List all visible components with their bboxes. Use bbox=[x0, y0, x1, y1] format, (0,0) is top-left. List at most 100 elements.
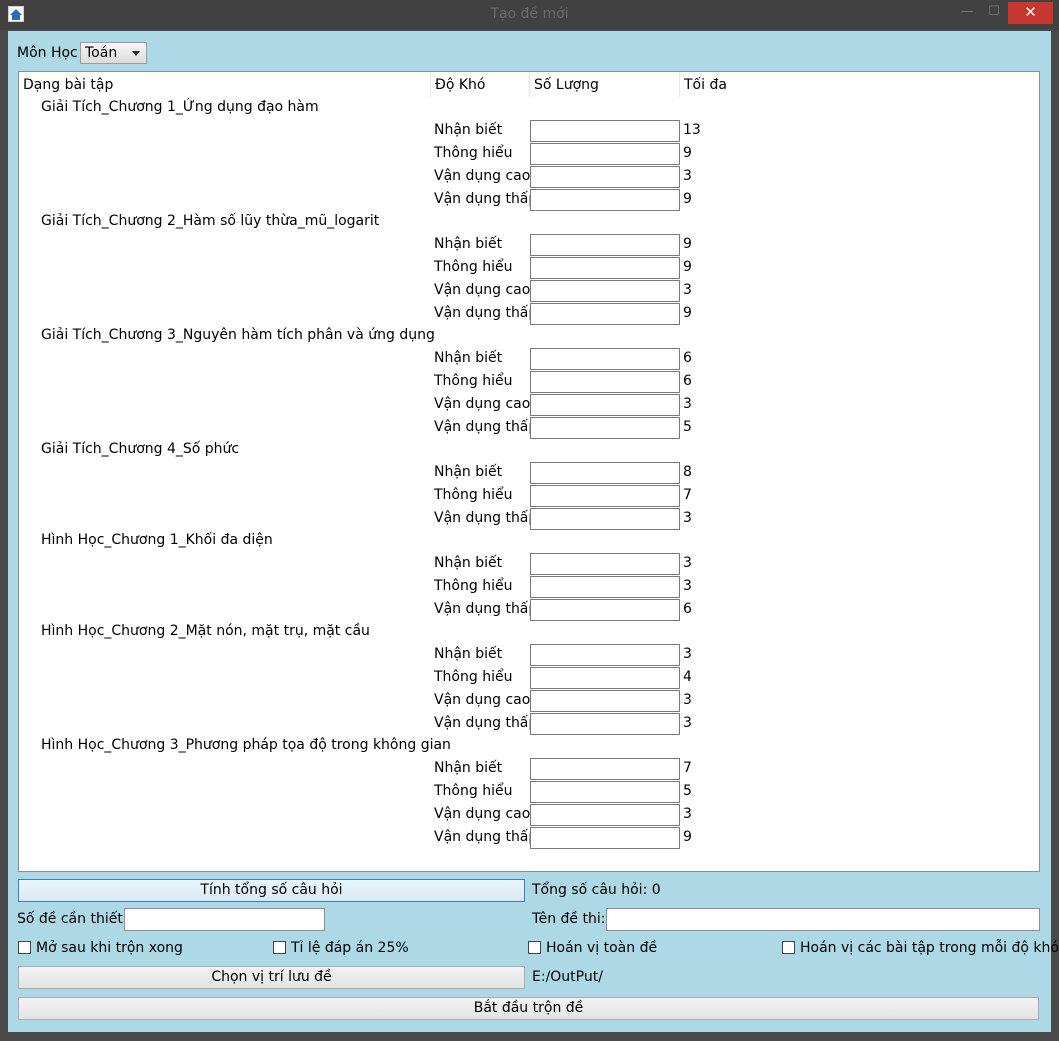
chapter-label: Hình Học_Chương 3_Phương pháp tọa độ tro… bbox=[41, 737, 451, 753]
max-value: 3 bbox=[683, 282, 692, 298]
chapter-label: Hình Học_Chương 2_Mặt nón, mặt trụ, mặt … bbox=[41, 623, 370, 639]
max-value: 4 bbox=[683, 669, 692, 685]
subject-dropdown[interactable]: Toán bbox=[80, 42, 147, 64]
quantity-input[interactable] bbox=[530, 120, 680, 142]
checkbox-box[interactable] bbox=[782, 941, 795, 954]
choose-save-location-button[interactable]: Chọn vị trí lưu đề bbox=[18, 966, 525, 989]
max-value: 3 bbox=[683, 806, 692, 822]
quantity-input[interactable] bbox=[530, 394, 680, 416]
max-value: 6 bbox=[683, 601, 692, 617]
column-divider bbox=[529, 72, 530, 97]
difficulty-label: Vận dụng thấp bbox=[434, 510, 538, 526]
close-button[interactable]: ✕ bbox=[1008, 2, 1053, 24]
quantity-input[interactable] bbox=[530, 485, 680, 507]
exercise-table[interactable]: Dạng bài tập Độ Khó Số Lượng Tối đa Giải… bbox=[18, 71, 1040, 872]
quantity-input[interactable] bbox=[530, 576, 680, 598]
max-value: 3 bbox=[683, 555, 692, 571]
quantity-input[interactable] bbox=[530, 644, 680, 666]
quantity-input[interactable] bbox=[530, 758, 680, 780]
quantity-input[interactable] bbox=[530, 781, 680, 803]
quantity-input[interactable] bbox=[530, 827, 680, 849]
difficulty-label: Vận dụng thấp bbox=[434, 191, 538, 207]
answer-ratio-checkbox[interactable]: Tỉ lệ đáp án 25% bbox=[273, 940, 409, 956]
max-value: 3 bbox=[683, 168, 692, 184]
column-header-type: Dạng bài tập bbox=[23, 77, 114, 93]
title-bar: Tạo đề mới — ☐ ✕ bbox=[0, 0, 1059, 30]
chapter-label: Giải Tích_Chương 1_Ứng dụng đạo hàm bbox=[41, 99, 319, 115]
total-questions-text: Tổng số câu hỏi: 0 bbox=[532, 882, 661, 898]
checkbox-box[interactable] bbox=[273, 941, 286, 954]
difficulty-label: Vận dụng thấp bbox=[434, 601, 538, 617]
column-header-difficulty: Độ Khó bbox=[435, 77, 486, 93]
difficulty-label: Vận dụng cao bbox=[434, 806, 531, 822]
subject-selected: Toán bbox=[85, 45, 118, 61]
app-window: Tạo đề mới — ☐ ✕ Môn Học Toán Dạng bài t… bbox=[0, 0, 1059, 1041]
exam-name-label: Tên đề thi: bbox=[532, 911, 606, 927]
difficulty-label: Thông hiểu bbox=[434, 145, 513, 161]
difficulty-label: Vận dụng cao bbox=[434, 396, 531, 412]
quantity-input[interactable] bbox=[530, 508, 680, 530]
minimize-button[interactable]: — bbox=[954, 2, 980, 24]
exam-name-input[interactable] bbox=[606, 908, 1040, 931]
difficulty-label: Nhận biết bbox=[434, 646, 503, 662]
quantity-input[interactable] bbox=[530, 599, 680, 621]
quantity-input[interactable] bbox=[530, 348, 680, 370]
quantity-input[interactable] bbox=[530, 234, 680, 256]
quantity-input[interactable] bbox=[530, 462, 680, 484]
max-value: 3 bbox=[683, 578, 692, 594]
window-title: Tạo đề mới bbox=[490, 6, 569, 22]
difficulty-label: Nhận biết bbox=[434, 236, 503, 252]
max-value: 6 bbox=[683, 350, 692, 366]
difficulty-label: Nhận biết bbox=[434, 350, 503, 366]
quantity-input[interactable] bbox=[530, 371, 680, 393]
quantity-input[interactable] bbox=[530, 690, 680, 712]
subject-label: Môn Học bbox=[17, 45, 78, 61]
difficulty-label: Nhận biết bbox=[434, 555, 503, 571]
max-value: 9 bbox=[683, 236, 692, 252]
compute-total-button[interactable]: Tính tổng số câu hỏi bbox=[18, 879, 525, 902]
chapter-label: Giải Tích_Chương 2_Hàm số lũy thừa_mũ_lo… bbox=[41, 213, 380, 229]
shuffle-per-difficulty-checkbox[interactable]: Hoán vị các bài tập trong mỗi độ khó bbox=[782, 940, 1059, 956]
quantity-input[interactable] bbox=[530, 804, 680, 826]
quantity-input[interactable] bbox=[530, 417, 680, 439]
difficulty-label: Thông hiểu bbox=[434, 578, 513, 594]
quantity-input[interactable] bbox=[530, 303, 680, 325]
checkbox-box[interactable] bbox=[18, 941, 31, 954]
max-value: 3 bbox=[683, 692, 692, 708]
quantity-input[interactable] bbox=[530, 257, 680, 279]
quantity-input[interactable] bbox=[530, 667, 680, 689]
checkbox-box[interactable] bbox=[528, 941, 541, 954]
difficulty-label: Thông hiểu bbox=[434, 783, 513, 799]
quantity-input[interactable] bbox=[530, 143, 680, 165]
difficulty-label: Vận dụng thấp bbox=[434, 715, 538, 731]
max-value: 3 bbox=[683, 715, 692, 731]
column-divider bbox=[430, 72, 431, 97]
quantity-input[interactable] bbox=[530, 280, 680, 302]
difficulty-label: Vận dụng thấp bbox=[434, 829, 538, 845]
column-header-max: Tối đa bbox=[684, 77, 727, 93]
quantity-input[interactable] bbox=[530, 189, 680, 211]
max-value: 7 bbox=[683, 760, 692, 776]
max-value: 9 bbox=[683, 191, 692, 207]
difficulty-label: Nhận biết bbox=[434, 464, 503, 480]
chapter-label: Giải Tích_Chương 3_Nguyên hàm tích phân … bbox=[41, 327, 435, 343]
column-header-quantity: Số Lượng bbox=[534, 77, 599, 93]
max-value: 3 bbox=[683, 510, 692, 526]
difficulty-label: Thông hiểu bbox=[434, 487, 513, 503]
quantity-input[interactable] bbox=[530, 553, 680, 575]
start-mix-button[interactable]: Bắt đầu trộn đề bbox=[18, 997, 1039, 1020]
num-exams-input[interactable] bbox=[124, 908, 325, 931]
quantity-input[interactable] bbox=[530, 713, 680, 735]
max-value: 13 bbox=[683, 122, 701, 138]
quantity-input[interactable] bbox=[530, 166, 680, 188]
difficulty-label: Thông hiểu bbox=[434, 259, 513, 275]
max-value: 7 bbox=[683, 487, 692, 503]
open-after-mix-checkbox[interactable]: Mở sau khi trộn xong bbox=[18, 940, 183, 956]
maximize-button[interactable]: ☐ bbox=[981, 2, 1007, 24]
max-value: 3 bbox=[683, 646, 692, 662]
difficulty-label: Vận dụng cao bbox=[434, 282, 531, 298]
difficulty-label: Thông hiểu bbox=[434, 373, 513, 389]
max-value: 9 bbox=[683, 259, 692, 275]
difficulty-label: Vận dụng cao bbox=[434, 168, 531, 184]
shuffle-whole-exam-checkbox[interactable]: Hoán vị toàn đề bbox=[528, 940, 657, 956]
